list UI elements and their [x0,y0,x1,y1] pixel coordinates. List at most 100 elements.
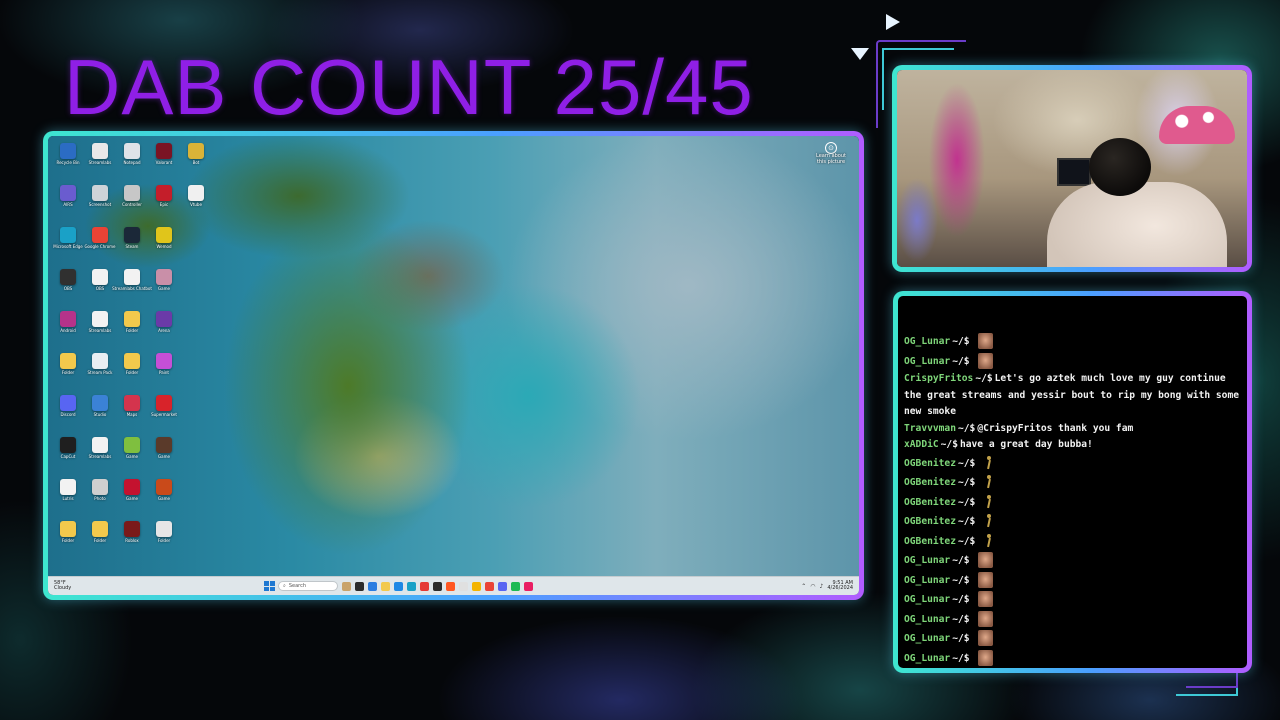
wifi-icon[interactable]: ◠ [810,583,815,590]
taskbar-app-icon[interactable] [368,581,377,591]
taskbar-app-icon[interactable] [355,581,364,591]
desktop-icon[interactable]: Wemod [148,224,180,266]
desktop-icon[interactable]: Streamlabs [84,140,116,182]
chat-username[interactable]: OGBenitez [904,536,956,547]
taskbar-weather[interactable]: 58°F Cloudy [54,580,94,592]
desktop-icon[interactable]: Screenshot [84,182,116,224]
desktop-icon[interactable]: Folder [148,518,180,560]
desktop-icon[interactable]: Android [52,308,84,350]
desktop-icon[interactable]: Folder [52,518,84,560]
chat-username[interactable]: OG_Lunar [904,633,950,644]
chevron-up-icon[interactable]: ⌃ [801,583,806,590]
chat-message-list: OG_Lunar ~/$ OG_Lunar ~/$ CrispyFritos ~/$ Let… [904,332,1241,668]
desktop-icon[interactable]: Discord [52,392,84,434]
taskbar-app-icon[interactable] [394,581,403,591]
desktop-icon[interactable]: Studio [84,392,116,434]
desktop-icon-label: Supermarket [151,412,177,417]
desktop-icon[interactable]: Lutris [52,476,84,518]
desktop-icon[interactable]: Streamlabs Chatbot [112,266,152,308]
desktop-icon[interactable]: Folder [116,308,148,350]
start-button[interactable] [264,581,275,591]
taskbar-app-icon[interactable] [524,581,533,591]
desktop-icon[interactable]: Epic [148,182,180,224]
desktop-icon[interactable]: CapCut [52,434,84,476]
chat-username[interactable]: OG_Lunar [904,614,950,625]
app-icon [124,143,140,159]
desktop-icon-label: Streamlabs [88,328,112,333]
desktop-icon[interactable]: Game [116,434,148,476]
desktop-icon[interactable]: Folder [116,350,148,392]
search-icon: ⌕ [283,583,286,589]
taskbar-app-icon[interactable] [472,581,481,591]
desktop-icon[interactable]: AIRS [52,182,84,224]
desktop-icon[interactable]: Arena [148,308,180,350]
chat-username[interactable]: OGBenitez [904,497,956,508]
desktop-icon[interactable]: Recycle Bin [52,140,84,182]
taskbar-app-icon[interactable] [342,581,351,591]
app-icon [92,185,108,201]
desktop-icon[interactable]: Stream Pack [84,350,116,392]
chat-username[interactable]: OGBenitez [904,477,956,488]
desktop-icon[interactable]: Streamlabs [84,434,116,476]
desktop-icon[interactable]: Roblox [116,518,148,560]
taskbar-app-icon[interactable] [407,581,416,591]
chat-username[interactable]: OG_Lunar [904,575,950,586]
desktop-icon[interactable]: Folder [84,518,116,560]
chat-username[interactable]: CrispyFritos [904,373,973,384]
desktop-icon[interactable]: Game [148,434,180,476]
desktop-icon[interactable]: Steam [116,224,148,266]
taskbar-app-icon[interactable] [446,581,455,591]
learn-about-picture[interactable]: ⊙ Learn about this picture [813,142,849,165]
app-icon [156,311,172,327]
desktop-icon[interactable]: Streamlabs [84,308,116,350]
face-emote-icon [977,610,993,627]
desktop-icon-label: Folder [61,370,75,375]
chat-username[interactable]: OGBenitez [904,458,956,469]
desktop-icon[interactable]: Vtube [180,182,212,224]
face-emote-icon [977,352,993,369]
dance-emote-icon [983,494,995,510]
desktop-icon[interactable]: Game [148,266,180,308]
chat-panel: OG_Lunar ~/$ OG_Lunar ~/$ CrispyFritos ~/$ Let… [898,296,1247,668]
desktop-icon[interactable]: Photo [84,476,116,518]
taskbar-app-icon[interactable] [485,581,494,591]
taskbar-search-box[interactable]: ⌕ Search [278,581,338,591]
chat-username[interactable]: OG_Lunar [904,555,950,566]
taskbar-app-icon[interactable] [420,581,429,591]
dance-emote-icon [983,513,995,529]
taskbar-app-icon[interactable] [381,581,390,591]
app-icon [156,143,172,159]
desktop-icon[interactable]: Paint [148,350,180,392]
desktop-icon[interactable]: Controller [116,182,148,224]
chat-username[interactable]: OG_Lunar [904,653,950,664]
app-icon [188,143,204,159]
desktop-icon[interactable]: Microsoft Edge [52,224,84,266]
desktop-icon-label: Epic [159,202,169,207]
dance-emote-icon [983,474,995,490]
desktop-icon[interactable]: Folder [52,350,84,392]
mushroom-lamp [1159,106,1235,144]
taskbar-app-icon[interactable] [459,581,468,591]
desktop-icon[interactable]: Maps [116,392,148,434]
desktop-icon[interactable]: OBS [52,266,84,308]
chat-username[interactable]: OG_Lunar [904,336,950,347]
desktop-icon[interactable]: Supermarket [148,392,180,434]
desktop-icon[interactable]: Game [148,476,180,518]
chat-username[interactable]: Travvvman [904,423,956,434]
taskbar-app-icon[interactable] [498,581,507,591]
desktop-icon-label: Paint [159,370,169,375]
taskbar-clock[interactable]: 9:51 AM 4/26/2024 [827,580,853,592]
desktop-icon[interactable]: Google Chrome [84,224,116,266]
desktop-icon[interactable]: Bot [180,140,212,182]
chat-prompt: ~/$ [952,355,970,367]
taskbar-app-icon[interactable] [433,581,442,591]
desktop-icon[interactable]: Notepad [116,140,148,182]
taskbar-app-icon[interactable] [511,581,520,591]
desktop-icon[interactable]: Game [116,476,148,518]
speaker-icon[interactable]: ♪ [820,583,824,590]
chat-username[interactable]: OG_Lunar [904,594,950,605]
chat-username[interactable]: xADDiC [904,439,939,450]
desktop-icon[interactable]: Valorant [148,140,180,182]
chat-username[interactable]: OGBenitez [904,516,956,527]
chat-username[interactable]: OG_Lunar [904,356,950,367]
